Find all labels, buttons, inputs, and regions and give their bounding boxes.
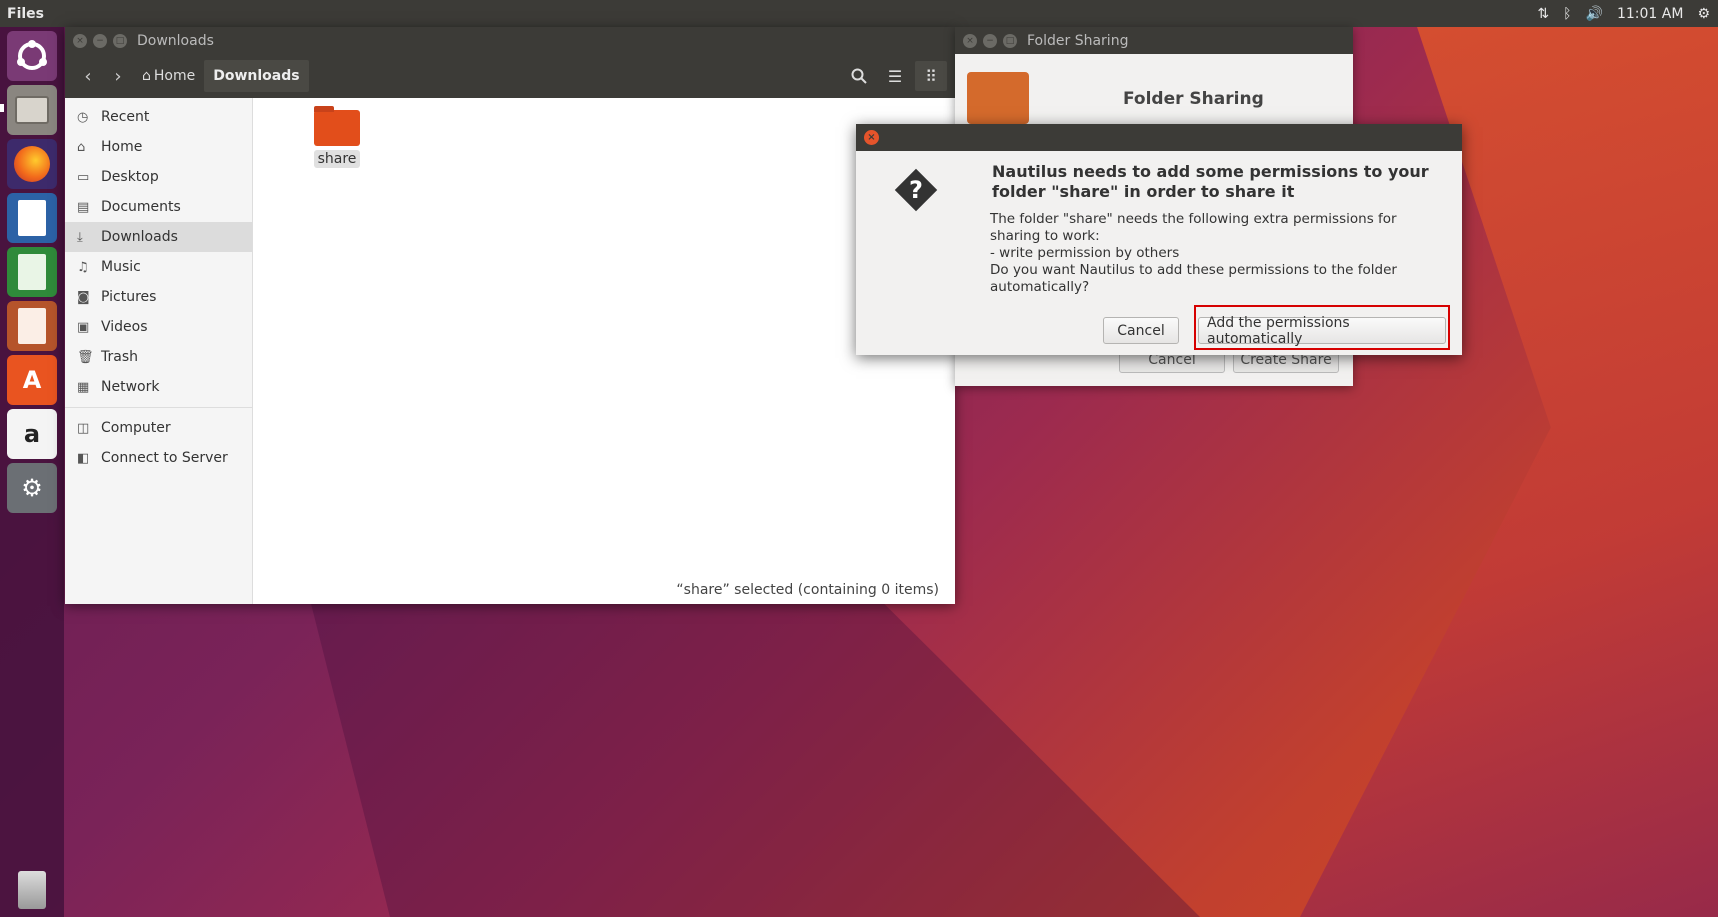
sidebar-item-recent[interactable]: ◷ Recent — [65, 102, 252, 132]
close-icon[interactable]: × — [73, 33, 87, 48]
sidebar-item-label: Connect to Server — [101, 450, 228, 466]
maximize-icon[interactable]: □ — [113, 33, 127, 48]
computer-icon: ◫ — [77, 420, 90, 436]
forward-button[interactable]: › — [103, 61, 133, 91]
folder-name: share — [313, 150, 361, 168]
top-panel: Files ⇅ ᛒ 🔊 11:01 AM ⚙ — [0, 0, 1718, 27]
window-title: Folder Sharing — [1027, 32, 1129, 49]
files-toolbar: ‹ › ⌂ Home Downloads ☰ ⠿ — [65, 54, 955, 98]
libreoffice-writer-icon[interactable] — [7, 193, 57, 243]
grid-view-icon[interactable]: ⠿ — [915, 61, 947, 91]
wallpaper-shape — [300, 560, 1200, 917]
files-titlebar: × − □ Downloads — [65, 27, 955, 54]
back-button[interactable]: ‹ — [73, 61, 103, 91]
folder-share-icon — [967, 72, 1029, 124]
libreoffice-calc-icon[interactable] — [7, 247, 57, 297]
clock[interactable]: 11:01 AM — [1617, 6, 1683, 22]
sidebar-item-trash[interactable]: 🗑 Trash — [65, 342, 252, 372]
clock-icon: ◷ — [77, 109, 89, 125]
sidebar-divider — [65, 407, 252, 408]
sidebar-item-label: Network — [101, 379, 160, 395]
desktop-icon: ▭ — [77, 169, 90, 185]
ubuntu-dash-icon[interactable] — [7, 31, 57, 81]
sidebar: ◷ Recent ⌂ Home ▭ Desktop ▤ Documents ⤓ Downl… — [65, 98, 253, 604]
sidebar-item-downloads[interactable]: ⤓ Downloads — [65, 222, 252, 252]
network-icon: ▦ — [77, 379, 90, 395]
home-icon: ⌂ — [142, 68, 151, 84]
window-title: Downloads — [137, 32, 214, 49]
ubuntu-software-icon[interactable]: A — [7, 355, 57, 405]
sidebar-item-home[interactable]: ⌂ Home — [65, 132, 252, 162]
network-icon[interactable]: ⇅ — [1537, 6, 1549, 22]
cancel-button[interactable]: Cancel — [1103, 317, 1179, 344]
breadcrumb-home[interactable]: ⌂ Home — [133, 60, 204, 92]
libreoffice-impress-icon[interactable] — [7, 301, 57, 351]
dialog-heading: Nautilus needs to add some permissions t… — [992, 162, 1429, 201]
sidebar-item-label: Pictures — [101, 289, 157, 305]
search-icon[interactable] — [843, 61, 875, 91]
music-icon: ♫ — [77, 259, 89, 275]
sidebar-item-documents[interactable]: ▤ Documents — [65, 192, 252, 222]
trash-icon[interactable] — [7, 865, 57, 915]
app-title: Files — [7, 5, 44, 22]
sidebar-item-label: Music — [101, 259, 141, 275]
folder-icon — [314, 106, 360, 146]
minimize-icon[interactable]: − — [93, 33, 107, 48]
sidebar-item-videos[interactable]: ▣ Videos — [65, 312, 252, 342]
highlight-box — [1194, 305, 1450, 350]
sidebar-item-label: Home — [101, 139, 143, 155]
dialog-titlebar: × — [856, 124, 1462, 151]
settings-gear-icon[interactable]: ⚙ — [1697, 6, 1710, 22]
folder-item[interactable]: share — [307, 106, 367, 168]
sharing-heading: Folder Sharing — [1123, 89, 1264, 109]
sidebar-item-connect-to-server[interactable]: ◧ Connect to Server — [65, 443, 252, 473]
system-settings-icon[interactable]: ⚙ — [7, 463, 57, 513]
sidebar-item-computer[interactable]: ◫ Computer — [65, 413, 252, 443]
status-bar: “share” selected (containing 0 items) — [676, 582, 939, 598]
file-view[interactable]: share “share” selected (containing 0 ite… — [253, 98, 955, 604]
download-icon: ⤓ — [77, 229, 83, 245]
minimize-icon[interactable]: − — [983, 33, 997, 48]
camera-icon: ◙ — [77, 289, 90, 305]
firefox-icon[interactable] — [7, 139, 57, 189]
launcher: A a ⚙ — [0, 27, 64, 917]
sharing-titlebar: × − □ Folder Sharing — [955, 27, 1353, 54]
sidebar-item-network[interactable]: ▦ Network — [65, 372, 252, 402]
sidebar-item-pictures[interactable]: ◙ Pictures — [65, 282, 252, 312]
server-icon: ◧ — [77, 450, 90, 466]
documents-icon: ▤ — [77, 199, 90, 215]
volume-icon[interactable]: 🔊 — [1586, 6, 1603, 22]
sidebar-item-label: Computer — [101, 420, 171, 436]
maximize-icon[interactable]: □ — [1003, 33, 1017, 48]
sidebar-item-label: Recent — [101, 109, 150, 125]
permission-dialog: × ? Nautilus needs to add some permissio… — [856, 124, 1462, 355]
close-icon[interactable]: × — [864, 130, 879, 145]
running-indicator — [0, 104, 4, 112]
files-window: × − □ Downloads ‹ › ⌂ Home Downloads ☰ ⠿… — [65, 27, 955, 604]
breadcrumb-downloads[interactable]: Downloads — [204, 60, 309, 92]
breadcrumb-label: Home — [153, 68, 196, 84]
dialog-body: The folder "share" needs the following e… — [990, 211, 1397, 295]
files-icon[interactable] — [7, 85, 57, 135]
close-icon[interactable]: × — [963, 33, 977, 48]
trash-icon: 🗑 — [77, 349, 94, 365]
question-icon: ? — [890, 164, 942, 216]
home-icon: ⌂ — [77, 139, 86, 155]
sidebar-item-label: Desktop — [101, 169, 159, 185]
video-icon: ▣ — [77, 319, 90, 335]
svg-text:?: ? — [909, 176, 923, 204]
sidebar-item-desktop[interactable]: ▭ Desktop — [65, 162, 252, 192]
sidebar-item-music[interactable]: ♫ Music — [65, 252, 252, 282]
bluetooth-icon[interactable]: ᛒ — [1563, 6, 1571, 22]
amazon-icon[interactable]: a — [7, 409, 57, 459]
sidebar-item-label: Trash — [101, 349, 138, 365]
list-view-icon[interactable]: ☰ — [879, 61, 911, 91]
sidebar-item-label: Videos — [101, 319, 148, 335]
sidebar-item-label: Downloads — [101, 229, 178, 245]
sidebar-item-label: Documents — [101, 199, 181, 215]
